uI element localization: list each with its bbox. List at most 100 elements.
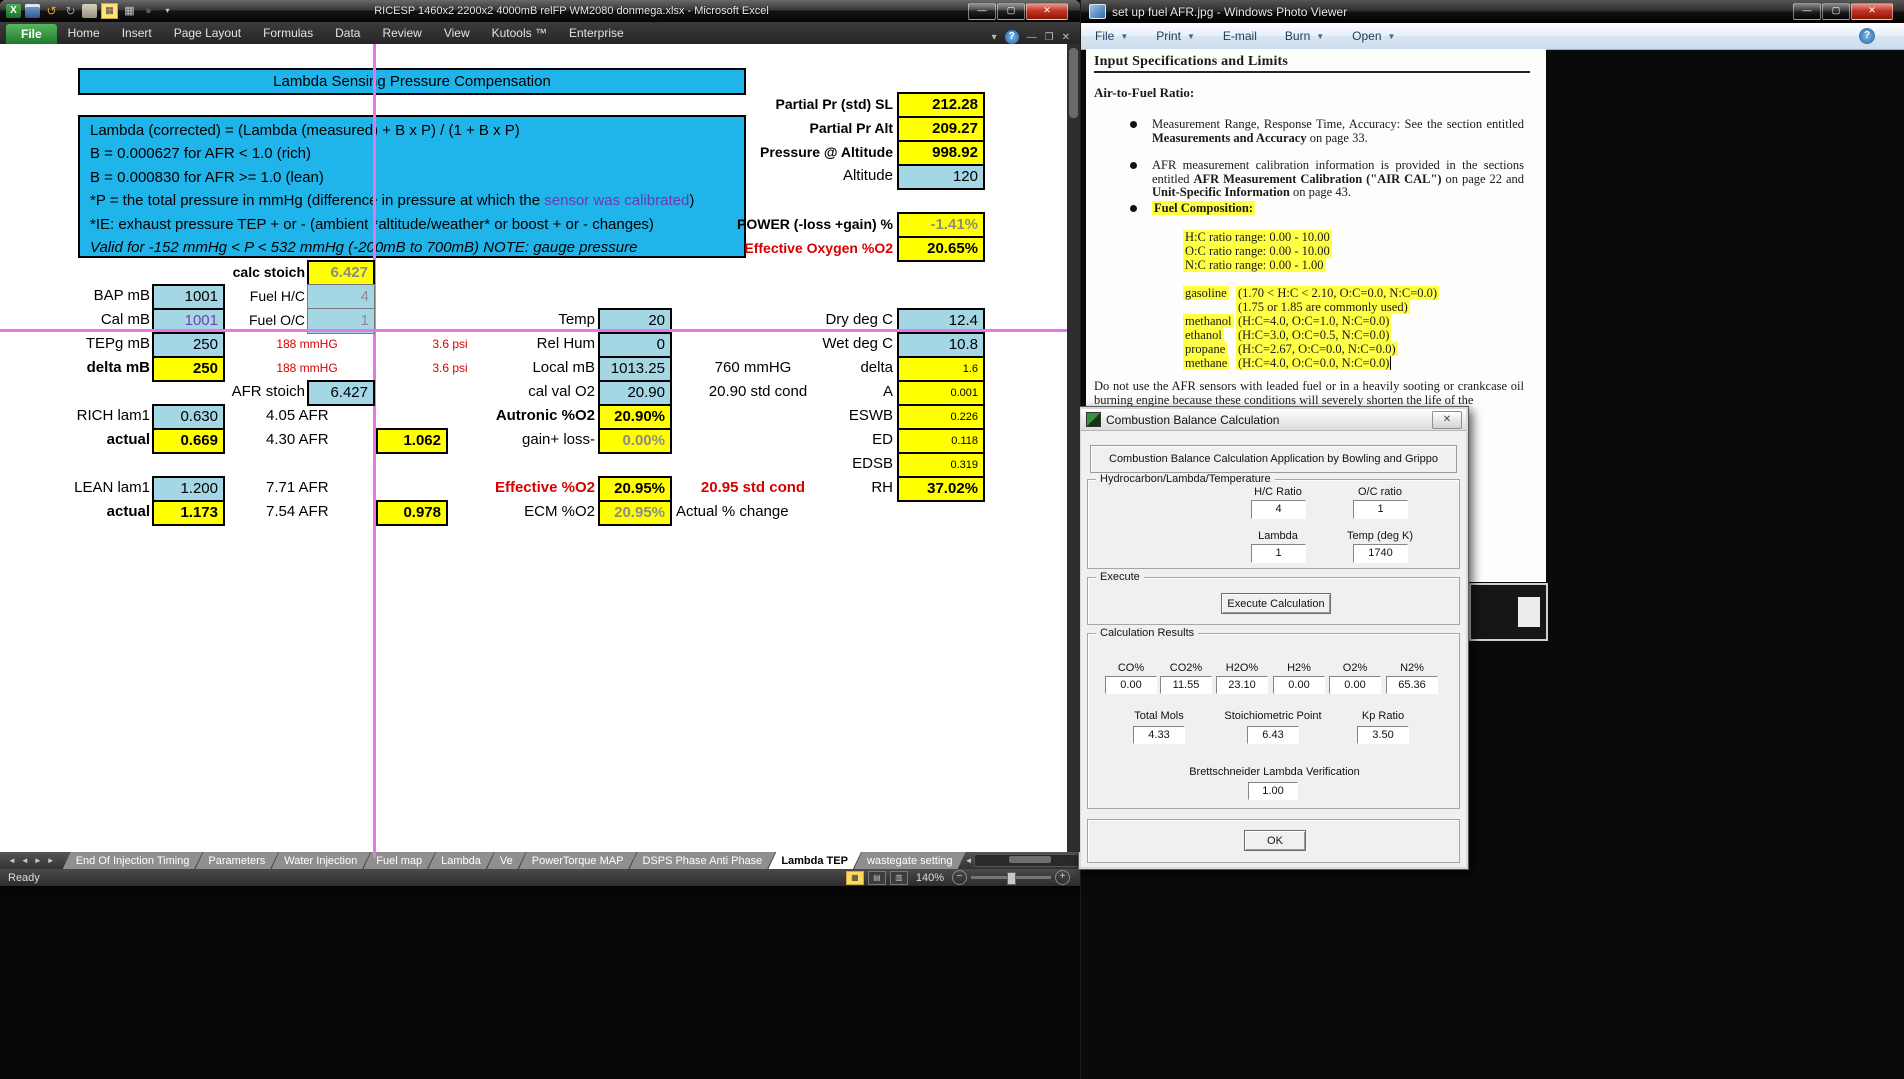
first-sheet-icon[interactable]: ◄ [8,856,16,865]
maximize-button[interactable]: ▢ [997,3,1025,20]
cell-value[interactable]: 1.173 [152,500,225,526]
sheet-tab-powertorque-map[interactable]: PowerTorque MAP [519,852,637,869]
paste-icon[interactable] [82,4,97,18]
prev-sheet-icon[interactable]: ◄ [21,856,29,865]
tab-kutools[interactable]: Kutools ™ [481,23,558,44]
dialog-close-icon[interactable]: ✕ [1432,411,1462,429]
save-icon[interactable] [25,4,40,18]
lambda-input[interactable]: 1 [1251,544,1306,563]
execute-calculation-button[interactable]: Execute Calculation [1221,593,1331,614]
sheet-tab-ve[interactable]: Ve [487,852,526,869]
table-icon[interactable]: ▦ [122,4,137,18]
tab-view[interactable]: View [433,23,481,44]
cell-value[interactable]: 6.427 [307,260,375,286]
menu-burn[interactable]: Burn▼ [1271,29,1338,43]
cell-value[interactable]: -1.41% [897,212,985,238]
cell-value[interactable]: 0.226 [897,404,985,430]
cell-value[interactable]: 209.27 [897,116,985,142]
tab-home[interactable]: Home [57,23,111,44]
cell-value[interactable]: 4 [307,284,375,310]
zoom-in-icon[interactable]: + [1055,870,1070,885]
hscroll-thumb[interactable] [1009,856,1051,863]
minimize-button[interactable]: — [1793,3,1821,20]
cell-value[interactable]: 1.6 [897,356,985,382]
cell-value[interactable]: 0.118 [897,428,985,454]
zoom-out-icon[interactable]: − [952,870,967,885]
scrollbar-thumb[interactable] [1069,48,1078,118]
scroll-left-icon[interactable]: ◄ [965,856,973,865]
cell-value[interactable]: 120 [897,164,985,190]
next-sheet-icon[interactable]: ► [34,856,42,865]
ribbon-collapse-icon[interactable]: ▾ [992,32,997,43]
cell-value[interactable]: 0.319 [897,452,985,478]
help-icon[interactable]: ? [1859,28,1875,44]
record-macro-icon[interactable]: ● [141,4,156,18]
cell-value[interactable]: 1.200 [152,476,225,502]
worksheet-area[interactable]: Lambda Sensing Pressure Compensation Lam… [0,44,1080,852]
cell-label: Partial Pr Alt [643,116,893,140]
tab-formulas[interactable]: Formulas [252,23,324,44]
sheet-tab-lambda-tep[interactable]: Lambda TEP [768,852,861,869]
close-button[interactable]: ✕ [1026,3,1068,20]
cell-value[interactable]: 0.669 [152,428,225,454]
sheet-tab-water-injection[interactable]: Water Injection [271,852,370,869]
menu-email[interactable]: E-mail [1209,29,1271,43]
close-button[interactable]: ✕ [1851,3,1893,20]
cell-value[interactable]: 250 [152,332,225,358]
cell-value[interactable]: 0.978 [376,500,448,526]
tab-enterprise[interactable]: Enterprise [558,23,635,44]
menu-print[interactable]: Print▼ [1142,29,1209,43]
maximize-button[interactable]: ▢ [1822,3,1850,20]
ok-button[interactable]: OK [1244,830,1306,851]
cell-value[interactable]: 250 [152,356,225,382]
zoom-slider-thumb[interactable] [1007,872,1016,885]
oc-ratio-input[interactable]: 1 [1353,500,1408,519]
cell-value[interactable]: 10.8 [897,332,985,358]
workbook-restore-icon[interactable]: ❐ [1045,32,1054,43]
workbook-close-icon[interactable]: ✕ [1062,32,1070,43]
minimize-button[interactable]: — [968,3,996,20]
tab-data[interactable]: Data [324,23,371,44]
redo-icon[interactable]: ↻ [63,4,78,18]
cell-value[interactable]: 212.28 [897,92,985,118]
page-break-view-icon[interactable]: ▥ [890,871,908,885]
cell-value[interactable]: 37.02% [897,476,985,502]
vertical-scrollbar[interactable] [1067,44,1080,852]
dialog-title-bar[interactable]: Combustion Balance Calculation ✕ [1081,409,1466,431]
tab-file[interactable]: File [6,24,57,44]
qat-customize-icon[interactable]: ▾ [160,4,175,18]
menu-open[interactable]: Open▼ [1338,29,1409,43]
tab-review[interactable]: Review [371,23,432,44]
undo-icon[interactable]: ↺ [44,4,59,18]
sheet-tab-lambda[interactable]: Lambda [428,852,494,869]
temp-input[interactable]: 1740 [1353,544,1408,563]
sheet-tab-parameters[interactable]: Parameters [195,852,278,869]
normal-view-icon[interactable]: ▦ [846,871,864,885]
workbook-minimize-icon[interactable]: — [1027,32,1037,43]
bullet-icon [1130,162,1137,169]
horizontal-scrollbar[interactable]: ◄ ► [965,852,1080,869]
hc-ratio-input[interactable]: 4 [1251,500,1306,519]
zoom-slider[interactable] [971,876,1051,879]
sheet-tab-end-of-injection-timing[interactable]: End Of Injection Timing [63,852,203,869]
hscroll-track[interactable] [974,854,1080,867]
last-sheet-icon[interactable]: ► [47,856,55,865]
cell-value[interactable]: 998.92 [897,140,985,166]
tab-page-layout[interactable]: Page Layout [163,23,252,44]
cell-value[interactable]: 0.001 [897,380,985,406]
sheet-tab-wastegate-setting[interactable]: wastegate setting [854,852,966,869]
zoom-level[interactable]: 140% [916,872,944,884]
excel-logo-icon[interactable]: X [6,4,21,18]
page-layout-view-icon[interactable]: ▤ [868,871,886,885]
cell-value[interactable]: 20.95% [598,500,672,526]
cell-value[interactable]: 0.630 [152,404,225,430]
help-icon[interactable]: ? [1005,30,1019,44]
cell-value[interactable]: 20.65% [897,236,985,262]
cell-value[interactable]: 1.062 [376,428,448,454]
tab-insert[interactable]: Insert [111,23,163,44]
cell-value[interactable]: 6.427 [307,380,375,406]
table-style-icon[interactable]: ▦ [101,3,118,19]
excel-window: X ↺ ↻ ▦ ▦ ● ▾ RICESP 1460x2 2200x2 4000m… [0,0,1080,886]
menu-file[interactable]: File▼ [1081,29,1142,43]
sheet-tab-dsps-phase-anti-phase[interactable]: DSPS Phase Anti Phase [629,852,775,869]
